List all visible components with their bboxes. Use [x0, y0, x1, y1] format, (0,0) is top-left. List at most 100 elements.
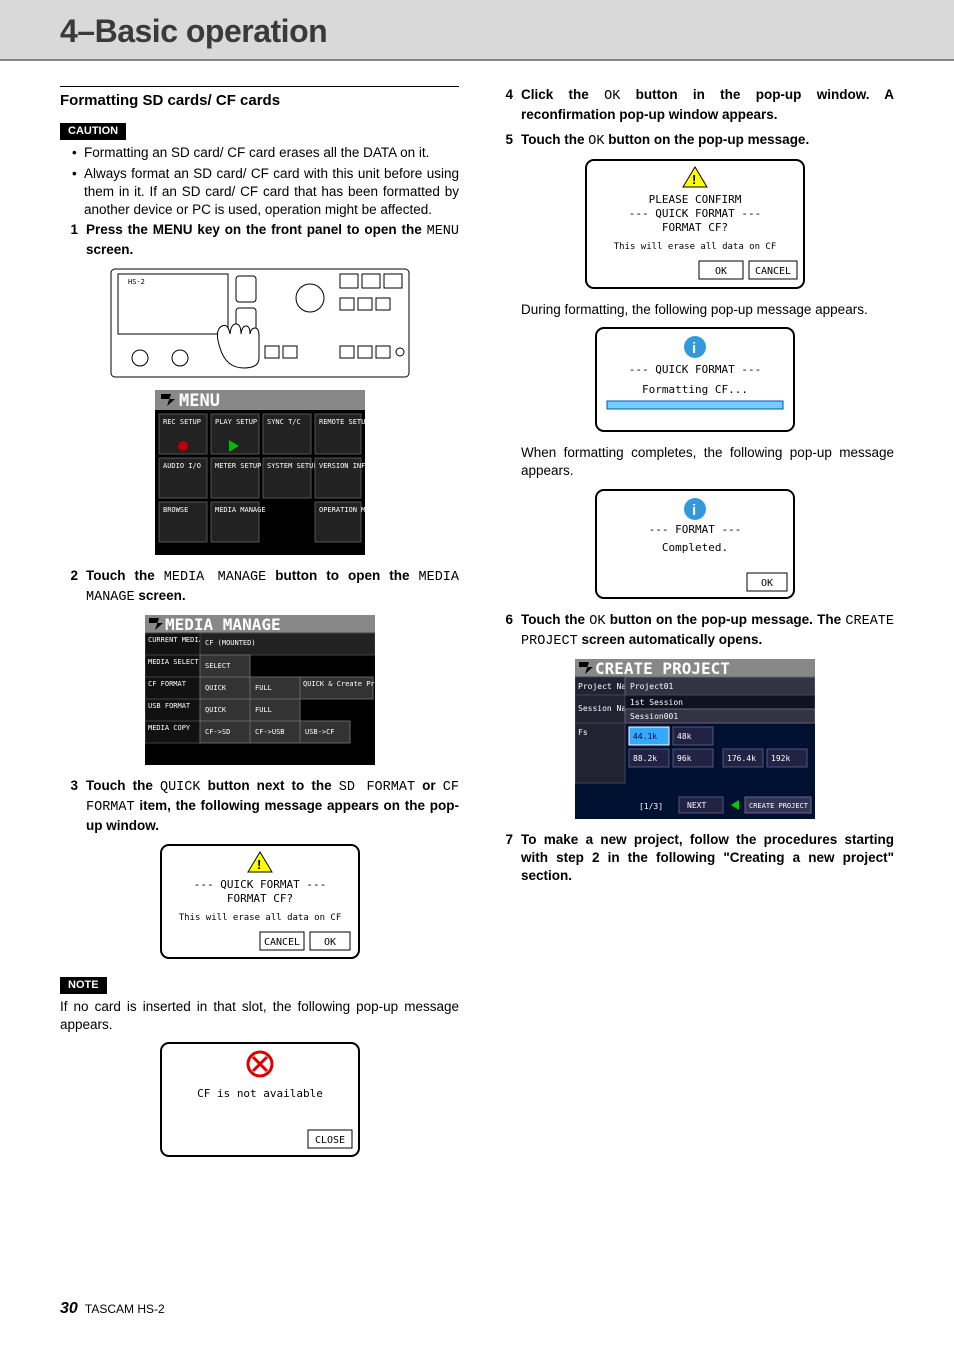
page-number: 30 [60, 1300, 78, 1317]
svg-text:FULL: FULL [255, 684, 272, 692]
error-icon [248, 1052, 272, 1076]
note-tag: NOTE [60, 977, 107, 994]
svg-text:NEXT: NEXT [687, 801, 706, 810]
svg-text:METER SETUP: METER SETUP [215, 462, 261, 470]
svg-text:CANCEL: CANCEL [263, 937, 299, 948]
svg-text:PLEASE CONFIRM: PLEASE CONFIRM [648, 193, 741, 206]
svg-text:88.2k: 88.2k [633, 754, 657, 763]
svg-text:--- QUICK FORMAT ---: --- QUICK FORMAT --- [628, 207, 760, 220]
svg-text:MENU: MENU [179, 391, 220, 411]
svg-text:Fs: Fs [578, 728, 588, 737]
svg-text:--- FORMAT ---: --- FORMAT --- [648, 523, 741, 536]
step-3: Touch the QUICK button next to the SD FO… [60, 777, 459, 836]
svg-text:OK: OK [714, 266, 726, 277]
step-6: Touch the OK button on the pop-up messag… [495, 611, 894, 651]
during-text: During formatting, the following pop-up … [495, 301, 894, 319]
svg-text:CF FORMAT: CF FORMAT [148, 680, 187, 688]
svg-text:44.1k: 44.1k [633, 732, 657, 741]
step-7: To make a new project, follow the proced… [495, 831, 894, 886]
svg-text:CF (MOUNTED): CF (MOUNTED) [205, 639, 256, 647]
steps-list-right: Click the OK button in the pop-up window… [495, 86, 894, 151]
svg-text:i: i [692, 340, 696, 357]
figure-popup-formatting: i --- QUICK FORMAT --- Formatting CF... [495, 327, 894, 432]
info-icon: i [684, 336, 706, 358]
svg-text:192k: 192k [771, 754, 790, 763]
svg-text:MEDIA MANAGE: MEDIA MANAGE [165, 615, 281, 634]
section-subhead: Formatting SD cards/ CF cards [60, 86, 459, 113]
figure-device-panel: HS-2 [60, 268, 459, 378]
complete-text: When formatting completes, the following… [495, 444, 894, 480]
steps-list-left: Press the MENU key on the front panel to… [60, 221, 459, 259]
step-2: Touch the MEDIA MANAGE button to open th… [60, 567, 459, 607]
note-text: If no card is inserted in that slot, the… [60, 998, 459, 1034]
svg-text:HS-2: HS-2 [128, 278, 145, 286]
svg-text:USB FORMAT: USB FORMAT [148, 702, 191, 710]
page-title: 4–Basic operation [60, 10, 934, 53]
svg-text:MEDIA MANAGE: MEDIA MANAGE [215, 506, 266, 514]
caution-list: Formatting an SD card/ CF card erases al… [60, 144, 459, 219]
svg-text:This will erase all data on CF: This will erase all data on CF [178, 913, 341, 923]
svg-text:CREATE PROJECT: CREATE PROJECT [595, 659, 730, 678]
figure-popup-notavail: CF is not available CLOSE [60, 1042, 459, 1157]
svg-text:USB->CF: USB->CF [305, 728, 335, 736]
svg-text:CREATE PROJECT: CREATE PROJECT [749, 802, 809, 810]
svg-text:CF->USB: CF->USB [255, 728, 285, 736]
figure-create-project: CREATE PROJECT Project Name Project01 Se… [495, 659, 894, 819]
figure-menu-screen: MENU REC SETUP PLAY SETUP SYNC T/C REMOT… [60, 390, 459, 555]
svg-text:QUICK: QUICK [205, 684, 227, 692]
svg-text:FORMAT CF?: FORMAT CF? [226, 892, 292, 905]
svg-text:SYNC T/C: SYNC T/C [267, 418, 301, 426]
content-columns: Formatting SD cards/ CF cards CAUTION Fo… [0, 61, 954, 1169]
svg-text:Project01: Project01 [630, 682, 674, 691]
svg-text:PLAY SETUP: PLAY SETUP [215, 418, 257, 426]
svg-text:CURRENT MEDIA: CURRENT MEDIA [148, 636, 204, 644]
svg-text:MEDIA COPY: MEDIA COPY [148, 724, 191, 732]
step-5: Touch the OK button on the pop-up messag… [495, 131, 894, 151]
svg-text:BROWSE: BROWSE [163, 506, 188, 514]
step-1: Press the MENU key on the front panel to… [60, 221, 459, 259]
svg-text:MEDIA SELECT: MEDIA SELECT [148, 658, 199, 666]
svg-text:96k: 96k [677, 754, 692, 763]
footer-model: TASCAM HS-2 [85, 1302, 165, 1316]
svg-text:48k: 48k [677, 732, 692, 741]
left-column: Formatting SD cards/ CF cards CAUTION Fo… [60, 86, 459, 1169]
steps-list-left-3: Touch the QUICK button next to the SD FO… [60, 777, 459, 836]
caution-item: Formatting an SD card/ CF card erases al… [72, 144, 459, 162]
svg-text:FORMAT CF?: FORMAT CF? [661, 221, 727, 234]
svg-text:OK: OK [323, 937, 335, 948]
svg-text:CANCEL: CANCEL [754, 266, 790, 277]
svg-text:CLOSE: CLOSE [314, 1135, 344, 1146]
svg-text:AUDIO I/O: AUDIO I/O [163, 462, 201, 470]
svg-text:SYSTEM SETUP: SYSTEM SETUP [267, 462, 318, 470]
figure-popup-confirm: ! PLEASE CONFIRM --- QUICK FORMAT --- FO… [495, 159, 894, 289]
svg-text:CF is not available: CF is not available [197, 1087, 323, 1100]
svg-text:This will erase all data on CF: This will erase all data on CF [613, 242, 776, 252]
step-4: Click the OK button in the pop-up window… [495, 86, 894, 124]
svg-text:FULL: FULL [255, 706, 272, 714]
svg-text:Completed.: Completed. [661, 541, 727, 554]
svg-text:Formatting CF...: Formatting CF... [642, 383, 748, 396]
svg-text:OPERATION MODE: OPERATION MODE [319, 506, 365, 514]
svg-text:--- QUICK FORMAT ---: --- QUICK FORMAT --- [193, 878, 325, 891]
svg-text:!: ! [257, 857, 261, 872]
svg-text:QUICK: QUICK [205, 706, 227, 714]
svg-text:REC SETUP: REC SETUP [163, 418, 201, 426]
svg-text:CF->SD: CF->SD [205, 728, 230, 736]
svg-text:VERSION INFO: VERSION INFO [319, 462, 365, 470]
svg-text:Session001: Session001 [630, 712, 678, 721]
right-column: Click the OK button in the pop-up window… [495, 86, 894, 1169]
steps-list-right-2: Touch the OK button on the pop-up messag… [495, 611, 894, 651]
caution-item: Always format an SD card/ CF card with t… [72, 165, 459, 220]
steps-list-left-2: Touch the MEDIA MANAGE button to open th… [60, 567, 459, 607]
svg-text:OK: OK [760, 578, 772, 589]
steps-list-right-3: To make a new project, follow the proced… [495, 831, 894, 886]
svg-text:1st Session: 1st Session [630, 698, 683, 707]
page-header: 4–Basic operation [0, 0, 954, 61]
figure-popup-complete: i --- FORMAT --- Completed. OK [495, 489, 894, 599]
svg-text:--- QUICK FORMAT ---: --- QUICK FORMAT --- [628, 363, 760, 376]
svg-text:i: i [692, 502, 696, 519]
figure-popup-quickformat: ! --- QUICK FORMAT --- FORMAT CF? This w… [60, 844, 459, 959]
svg-text:QUICK & Create Project: QUICK & Create Project [303, 680, 375, 688]
page-footer: 30 TASCAM HS-2 [60, 1298, 165, 1320]
svg-text:176.4k: 176.4k [727, 754, 756, 763]
